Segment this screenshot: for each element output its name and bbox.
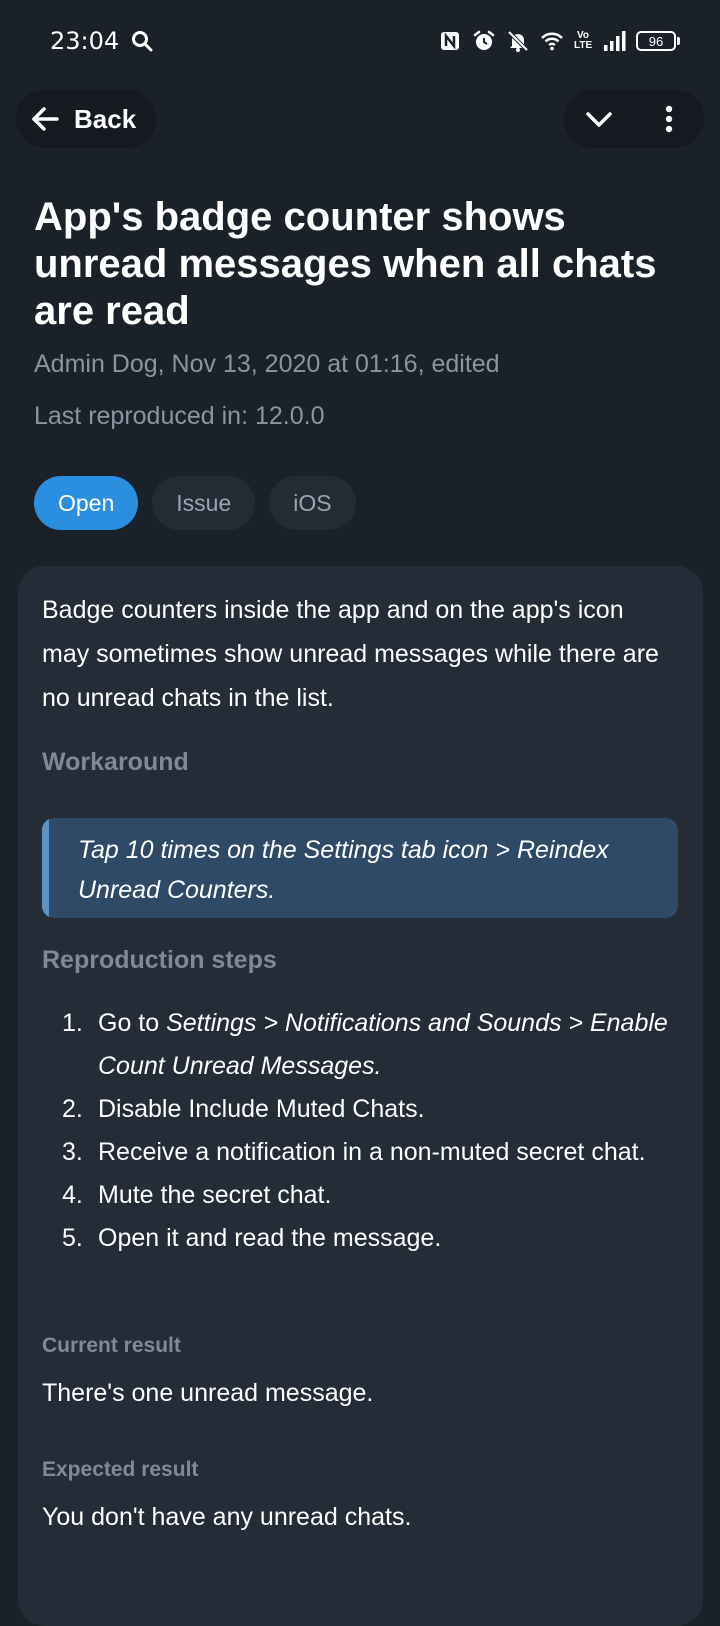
workaround-text: Tap 10 times on the Settings tab icon > … [78,836,609,904]
step-number: 4. [62,1181,83,1209]
tag-list: Open Issue iOS [34,476,356,530]
more-button[interactable] [645,95,693,143]
current-result-heading: Current result [42,1334,181,1357]
step-text: Mute the secret chat. [98,1181,332,1209]
workaround-heading: Workaround [42,748,189,776]
chevron-down-icon [586,112,612,127]
search-icon [132,31,153,52]
issue-meta: Admin Dog, Nov 13, 2020 at 01:16, edited [34,350,500,378]
steps-heading: Reproduction steps [42,946,277,974]
status-icons: Vo LTE 96 [438,27,680,55]
tag-ios[interactable]: iOS [269,476,356,530]
step-italic-text: Settings > Notifications and Sounds > En… [98,1009,668,1080]
volte-line2: LTE [574,40,593,51]
current-result-text: There's one unread message. [42,1379,374,1407]
volte-icon: Vo LTE [574,31,592,51]
battery-icon: 96 [636,31,680,51]
step-item: 2. Disable Include Muted Chats. [42,1088,682,1131]
last-reproduced: Last reproduced in: 12.0.0 [34,402,325,430]
step-text: Disable Include Muted Chats. [98,1095,425,1123]
status-time: 23:04 [50,27,120,55]
status-bar: 23:04 Vo LTE 96 [0,0,720,86]
step-number: 3. [62,1138,83,1166]
step-item: 1. Go to Settings > Notifications and Sou… [42,1002,682,1088]
issue-title: App's badge counter shows unread message… [34,195,657,333]
quote-bar [42,818,49,918]
expected-result-heading: Expected result [42,1458,199,1481]
nav-actions [564,90,704,148]
bell-muted-icon [507,30,529,52]
issue-card: Badge counters inside the app and on the… [18,566,703,1626]
step-number: 1. [62,1009,83,1037]
step-text: Receive a notification in a non-muted se… [98,1138,646,1166]
step-item: 4. Mute the secret chat. [42,1174,682,1217]
back-arrow-icon [32,107,59,131]
step-item: 3. Receive a notification in a non-muted … [42,1131,682,1174]
collapse-button[interactable] [575,95,623,143]
step-text: Go to [98,1009,167,1037]
wifi-icon [541,32,563,51]
step-number: 5. [62,1224,83,1252]
step-number: 2. [62,1095,83,1123]
workaround-quote: Tap 10 times on the Settings tab icon > … [42,818,678,918]
alarm-icon [473,30,495,50]
steps-list: 1. Go to Settings > Notifications and Sou… [42,1002,682,1260]
signal-icon [604,31,626,51]
back-label: Back [74,103,137,134]
expected-result-text: You don't have any unread chats. [42,1503,412,1531]
tag-issue[interactable]: Issue [152,476,256,530]
battery-level: 96 [648,33,664,49]
nfc-icon [441,32,459,50]
step-item: 5. Open it and read the message. [42,1217,682,1260]
more-vertical-icon [665,105,673,133]
issue-description: Badge counters inside the app and on the… [42,596,659,712]
tag-open[interactable]: Open [34,476,139,530]
back-button[interactable]: Back [16,90,156,148]
step-text: Open it and read the message. [98,1224,442,1252]
